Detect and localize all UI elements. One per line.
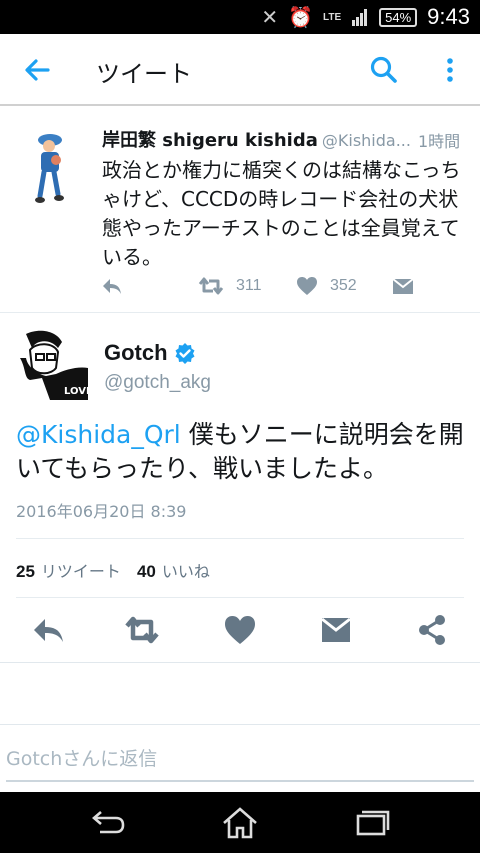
message-icon (392, 278, 414, 294)
reply-icon (103, 279, 121, 294)
main-handle[interactable]: @gotch_akg (104, 372, 211, 394)
parent-tweet-text: 政治とか権力に楯突くのは結構なこっちゃけど、CCCDの時レコード会社の犬状態やっ… (102, 158, 461, 269)
divider (0, 724, 480, 725)
mention-link[interactable]: @Kishida_Qrl (16, 420, 181, 449)
retweet-count[interactable]: 25 (16, 562, 35, 582)
main-avatar[interactable]: LOVE (16, 328, 88, 400)
parent-dm-button[interactable] (392, 276, 414, 296)
reply-input[interactable]: Gotchさんに返信 (6, 742, 474, 782)
divider (0, 662, 480, 663)
parent-handle: @Kishida... (321, 131, 411, 150)
verified-badge-icon (175, 343, 195, 364)
parent-timestamp: 1時間 (418, 132, 461, 151)
share-icon[interactable] (414, 614, 450, 646)
retweet-label[interactable]: リツイート (41, 558, 121, 582)
status-bar: ✕ ⏰ LTE 54% 9:43 (0, 0, 480, 34)
network-type: LTE (322, 11, 342, 23)
parent-tweet[interactable]: 岸田繁 shigeru kishida @Kishida... 1時間 政治とか権… (0, 108, 480, 313)
divider (16, 597, 464, 598)
parent-like-button[interactable]: 352 (296, 276, 357, 296)
main-tweet-text: @Kishida_Qrl 僕もソニーに説明会を開いてもらったり、戦いましたよ。 (16, 418, 466, 486)
system-back-icon[interactable] (88, 806, 128, 840)
retweet-icon[interactable] (124, 614, 160, 646)
parent-author[interactable]: 岸田繁 shigeru kishida @Kishida... (102, 126, 411, 152)
avatar-shirt-text: LOVE (64, 386, 88, 397)
signal-icon (352, 9, 368, 26)
system-nav-bar (0, 792, 480, 853)
mute-icon: ✕ (261, 5, 279, 29)
engagement-stats: 25 リツイート 40 いいね (16, 558, 210, 582)
page-title: ツイート (96, 60, 192, 88)
main-author-name: Gotch (104, 340, 168, 365)
parent-author-name: 岸田繁 shigeru kishida (102, 130, 318, 151)
parent-action-bar: 311 352 (0, 276, 480, 302)
parent-retweet-button[interactable]: 311 (198, 276, 262, 296)
heart-icon[interactable] (222, 614, 258, 646)
more-vertical-icon[interactable] (434, 52, 466, 88)
reply-icon[interactable] (30, 614, 66, 646)
alarm-icon: ⏰ (288, 5, 313, 29)
system-home-icon[interactable] (220, 806, 260, 840)
main-tweet-date: 2016年06月20日 8:39 (16, 502, 187, 521)
like-count[interactable]: 40 (137, 562, 156, 582)
system-recents-icon[interactable] (352, 806, 392, 840)
parent-like-count: 352 (330, 277, 357, 294)
back-arrow-icon[interactable] (20, 52, 56, 88)
main-action-bar (0, 614, 480, 646)
app-bar: ツイート (0, 34, 480, 106)
search-icon[interactable] (366, 52, 402, 88)
parent-reply-button[interactable] (100, 276, 124, 296)
parent-retweet-count: 311 (236, 277, 262, 294)
main-author[interactable]: Gotch (104, 340, 196, 366)
divider (16, 538, 464, 539)
like-label[interactable]: いいね (162, 558, 210, 582)
battery-indicator: 54% (379, 7, 418, 27)
clock: 9:43 (427, 4, 470, 29)
retweet-icon (198, 277, 224, 295)
message-icon[interactable] (318, 614, 354, 646)
parent-avatar[interactable] (32, 126, 72, 206)
heart-icon (297, 277, 317, 295)
